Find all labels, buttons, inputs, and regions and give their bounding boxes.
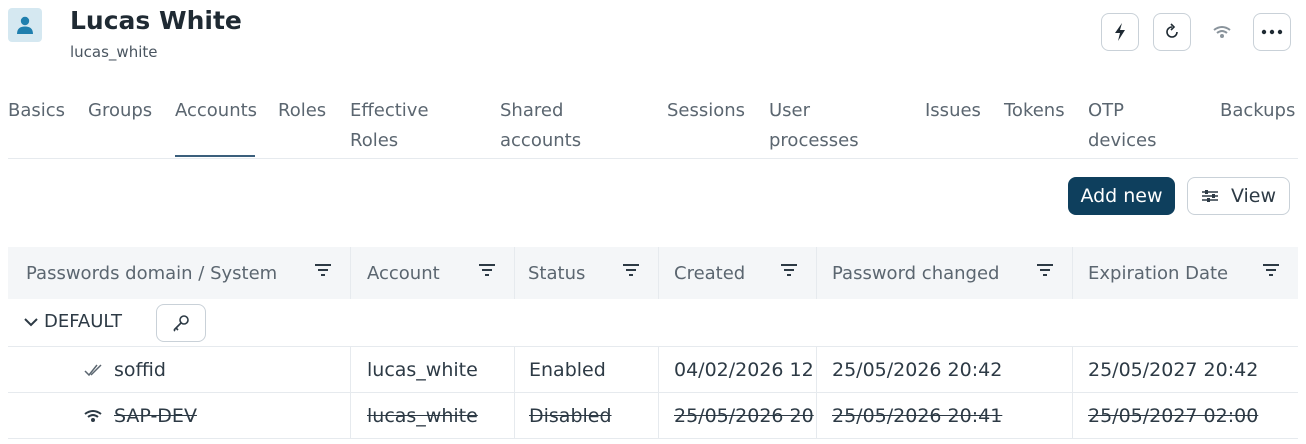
- user-login: lucas_white: [70, 43, 158, 61]
- user-icon: [17, 16, 33, 34]
- system-cell: SAP-DEV: [8, 393, 350, 439]
- tab-effective-roles[interactable]: Effective Roles: [350, 96, 440, 156]
- filter-icon[interactable]: [780, 263, 798, 277]
- table-row[interactable]: soffid lucas_white Enabled 04/02/2026 12…: [8, 347, 1298, 393]
- lightning-icon: [1115, 23, 1125, 41]
- refresh-button[interactable]: [1153, 13, 1191, 51]
- system-cell: soffid: [8, 347, 350, 393]
- group-label: DEFAULT: [44, 311, 122, 332]
- column-header-password-changed[interactable]: Password changed: [816, 247, 1072, 299]
- expiration-date-cell: 25/05/2027 20:42: [1088, 359, 1259, 381]
- group-row[interactable]: DEFAULT: [8, 299, 1298, 347]
- tab-user-processes[interactable]: User processes: [769, 96, 869, 156]
- wifi-icon: [82, 408, 104, 424]
- chevron-down-icon: [24, 317, 38, 326]
- filter-icon[interactable]: [622, 263, 640, 277]
- status-cell: Disabled: [529, 405, 612, 427]
- filter-icon[interactable]: [314, 263, 332, 277]
- tab-groups[interactable]: Groups: [88, 96, 152, 126]
- account-cell: lucas_white: [367, 405, 478, 427]
- column-header-created[interactable]: Created: [658, 247, 816, 299]
- more-icon: [1261, 29, 1283, 35]
- column-header-account[interactable]: Account: [350, 247, 514, 299]
- lightning-button[interactable]: [1101, 13, 1139, 51]
- key-icon: [173, 315, 189, 332]
- filter-icon[interactable]: [1262, 263, 1280, 277]
- filter-icon[interactable]: [1036, 263, 1054, 277]
- table-header: Passwords domain / System Account Status…: [8, 247, 1298, 299]
- page-title: Lucas White: [70, 6, 242, 35]
- connection-status[interactable]: [1203, 13, 1241, 51]
- wifi-icon: [1213, 26, 1231, 38]
- tab-shared-accounts[interactable]: Shared accounts: [500, 96, 590, 156]
- sliders-icon: [1201, 190, 1218, 202]
- checkmark-icon: [82, 363, 104, 377]
- column-header-expiration-date[interactable]: Expiration Date: [1072, 247, 1298, 299]
- more-button[interactable]: [1253, 13, 1291, 51]
- created-cell: 04/02/2026 12: [674, 359, 814, 381]
- tab-basics[interactable]: Basics: [8, 96, 65, 126]
- column-header-system[interactable]: Passwords domain / System: [8, 247, 350, 299]
- tab-backups[interactable]: Backups: [1220, 96, 1295, 126]
- tab-issues[interactable]: Issues: [925, 96, 981, 126]
- status-cell: Enabled: [529, 359, 606, 381]
- tab-tokens[interactable]: Tokens: [1004, 96, 1065, 126]
- tab-roles[interactable]: Roles: [278, 96, 326, 126]
- password-changed-cell: 25/05/2026 20:41: [832, 405, 1003, 427]
- view-button[interactable]: View: [1187, 177, 1290, 215]
- filter-icon[interactable]: [478, 263, 496, 277]
- tab-otp-devices[interactable]: OTP devices: [1088, 96, 1168, 156]
- expiration-date-cell: 25/05/2027 02:00: [1088, 405, 1259, 427]
- group-toggle[interactable]: DEFAULT: [24, 311, 122, 332]
- add-new-button[interactable]: Add new: [1068, 177, 1175, 215]
- tab-bar: Basics Groups Accounts Roles Effective R…: [8, 96, 1298, 159]
- account-cell: lucas_white: [367, 359, 478, 381]
- column-header-status[interactable]: Status: [514, 247, 658, 299]
- password-changed-cell: 25/05/2026 20:42: [832, 359, 1003, 381]
- tab-sessions[interactable]: Sessions: [667, 96, 745, 126]
- table-row[interactable]: SAP-DEV lucas_white Disabled 25/05/2026 …: [8, 393, 1298, 439]
- user-avatar: [8, 8, 42, 42]
- view-button-label: View: [1230, 185, 1277, 207]
- tab-accounts[interactable]: Accounts: [175, 96, 257, 157]
- refresh-icon: [1166, 23, 1178, 38]
- password-key-button[interactable]: [156, 304, 206, 342]
- created-cell: 25/05/2026 20: [674, 405, 814, 427]
